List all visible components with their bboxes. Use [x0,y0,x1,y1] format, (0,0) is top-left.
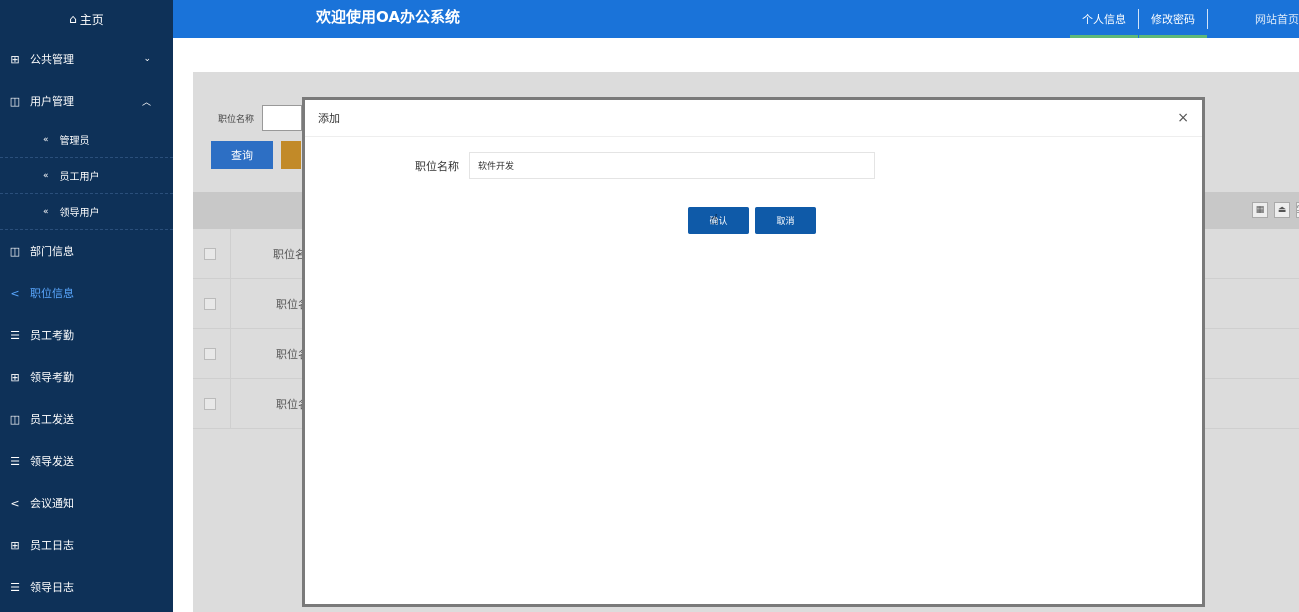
column-divider [230,379,231,428]
select-all-checkbox[interactable] [204,247,216,260]
sidebar-item-label: 会议通知 [30,497,74,510]
profile-link[interactable]: 个人信息 [1070,0,1138,38]
form-row-position-name: 职位名称 软件开发 [415,152,875,179]
sidebar-item-label: 领导考勤 [30,371,74,384]
sidebar-subitem-admin[interactable]: « 管理员 [0,122,173,158]
sidebar-item-meeting[interactable]: < 会议通知 [0,482,173,524]
sidebar-item-users[interactable]: ◫ 用户管理 ︿ [0,80,173,122]
sidebar-item-leader-log[interactable]: ☰ 领导日志 [0,566,173,608]
sidebar-item-staff-log[interactable]: ⊞ 员工日志 [0,524,173,566]
sidebar-item-label: 用户管理 [30,95,74,108]
list-icon: ☰ [10,328,20,342]
home-label: 主页 [79,12,104,27]
close-icon[interactable]: × [1177,110,1189,126]
sidebar: ⊞ 公共管理 ⌄ ◫ 用户管理 ︿ « 管理员 « 员工用户 « 领导用户 ◫ … [0,38,173,612]
sidebar-item-label: 员工考勤 [30,329,74,342]
sidebar-item-public[interactable]: ⊞ 公共管理 ⌄ [0,38,173,80]
search-label: 职位名称 [218,114,255,125]
sidebar-item-label: 职位信息 [30,287,74,300]
chevron-up-icon: ︿ [141,97,151,108]
dialog-title: 添加 [318,112,340,125]
sidebar-item-position[interactable]: < 职位信息 [0,272,173,314]
sidebar-subitem-leader[interactable]: « 领导用户 [0,194,173,230]
home-link[interactable]: ⌂ 主页 [0,0,173,38]
export-icon[interactable]: ⏏ [1274,202,1290,218]
site-home-link[interactable]: 网站首页 [1208,0,1299,38]
share-icon: < [10,496,20,510]
sidebar-item-leader-send[interactable]: ☰ 领导发送 [0,440,173,482]
column-divider [230,329,231,378]
hand-cursor-icon: ☝ [710,212,719,228]
home-icon: ⌂ [69,12,77,26]
search-input[interactable] [262,105,303,131]
sidebar-item-label: 员工日志 [30,539,74,552]
panel-icon: ◫ [9,94,21,108]
dialog-header: 添加 [305,100,1202,137]
change-password-link[interactable]: 修改密码 [1139,0,1207,38]
sidebar-item-label: 员工发送 [30,413,74,426]
position-name-label: 职位名称 [415,159,459,173]
grid-icon: ⊞ [10,52,20,66]
sidebar-subitem-label: 员工用户 [59,172,100,183]
position-name-input[interactable]: 软件开发 [469,152,875,179]
sidebar-item-staff-send[interactable]: ◫ 员工发送 [0,398,173,440]
sidebar-item-label: 领导日志 [30,581,74,594]
top-links: 个人信息 修改密码 网站首页 [1070,0,1299,38]
cancel-button[interactable]: 取消 [755,207,816,234]
top-header: ⌂ 主页 欢迎使用OA办公系统 个人信息 修改密码 网站首页 [0,0,1299,38]
column-divider [230,229,231,278]
row-checkbox[interactable] [204,297,216,310]
row-checkbox[interactable] [204,347,216,360]
sidebar-item-label: 公共管理 [30,53,74,66]
list-icon: ☰ [10,454,20,468]
double-left-icon: « [43,134,49,145]
panel-icon: ◫ [9,412,21,426]
sidebar-subitem-staff[interactable]: « 员工用户 [0,158,173,194]
sidebar-item-staff-attendance[interactable]: ☰ 员工考勤 [0,314,173,356]
sidebar-item-leader-attendance[interactable]: ⊞ 领导考勤 [0,356,173,398]
panel-icon: ◫ [9,244,21,258]
double-left-icon: « [43,206,49,217]
column-divider [230,279,231,328]
search-row: 职位名称 [218,105,303,131]
add-button[interactable] [281,141,301,169]
grid-icon: ⊞ [10,538,20,552]
columns-icon[interactable]: ▦ [1252,202,1268,218]
list-icon: ☰ [10,580,20,594]
query-button[interactable]: 查询 [211,141,273,169]
sidebar-item-dept[interactable]: ◫ 部门信息 [0,230,173,272]
add-dialog: 添加 × 职位名称 软件开发 确认 取消 ☝ [302,97,1205,607]
sidebar-subitem-label: 管理员 [59,136,90,147]
page-title: 欢迎使用OA办公系统 [316,8,460,26]
double-left-icon: « [43,170,49,181]
sidebar-item-label: 领导发送 [30,455,74,468]
grid-icon: ⊞ [10,370,20,384]
share-icon: < [10,286,20,300]
row-checkbox[interactable] [204,397,216,410]
sidebar-subitem-label: 领导用户 [59,208,100,219]
sidebar-item-label: 部门信息 [30,245,74,258]
chevron-down-icon: ⌄ [143,54,151,64]
